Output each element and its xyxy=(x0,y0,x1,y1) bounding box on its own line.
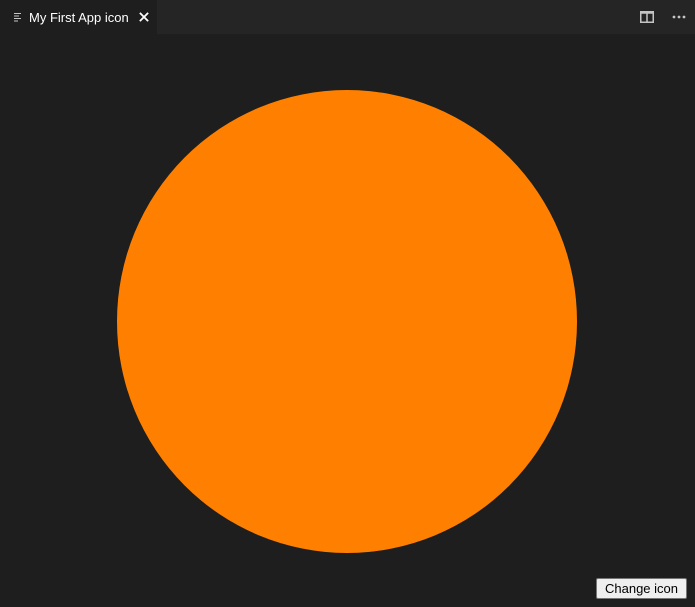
lines-icon xyxy=(13,12,23,22)
change-icon-button[interactable]: Change icon xyxy=(596,578,687,599)
icon-preview-canvas xyxy=(0,34,695,607)
split-editor-icon[interactable] xyxy=(631,0,663,34)
more-icon[interactable] xyxy=(663,0,695,34)
tab-title: My First App icon xyxy=(29,9,129,25)
close-icon[interactable] xyxy=(138,11,150,23)
tab-my-first-app-icon[interactable]: My First App icon xyxy=(0,0,157,34)
editor-tab-bar: My First App icon xyxy=(0,0,695,34)
app-icon-circle xyxy=(117,90,577,553)
editor-actions xyxy=(631,0,695,34)
